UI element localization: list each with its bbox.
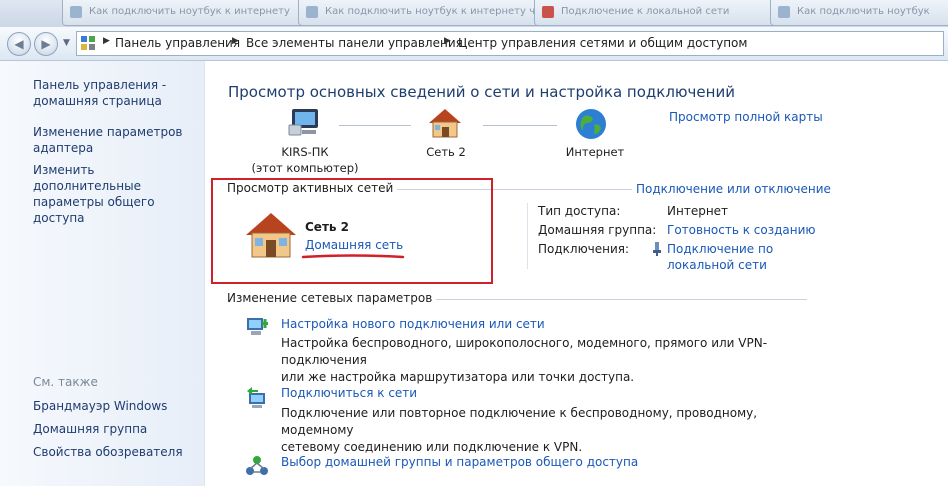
task-description-line: сетевому соединению или подключение к VP… bbox=[281, 440, 583, 454]
forward-button[interactable]: ▶ bbox=[34, 32, 58, 56]
sidebar-link-adapter-settings[interactable]: Изменение параметров адаптера bbox=[33, 124, 183, 156]
map-connector-line bbox=[339, 125, 411, 126]
sidebar-link-control-panel-home[interactable]: Панель управления - домашняя страница bbox=[33, 77, 183, 109]
breadcrumb-separator-icon[interactable]: ▶ bbox=[232, 36, 239, 46]
browser-tab-label: Как подключить ноутбук к интернету bbox=[89, 6, 290, 17]
home-group-icon bbox=[246, 456, 268, 475]
home-group-key: Домашняя группа: bbox=[538, 223, 657, 237]
local-connection-link-line1[interactable]: Подключение по bbox=[667, 242, 773, 256]
highlight-box-annotation bbox=[211, 178, 493, 284]
sidebar-link-home-group[interactable]: Домашняя группа bbox=[33, 421, 201, 437]
task-description-line: Подключение или повторное подключение к … bbox=[281, 406, 758, 437]
back-button[interactable]: ◀ bbox=[7, 32, 31, 56]
browser-tab-strip: Как подключить ноутбук к интернету Как п… bbox=[0, 0, 948, 27]
browser-tab[interactable]: Как подключить ноутбук к интернету через bbox=[298, 0, 554, 26]
main-content: Просмотр основных сведений о сети и наст… bbox=[205, 61, 948, 486]
full-map-link[interactable]: Просмотр полной карты bbox=[669, 110, 823, 124]
task-description: Подключение или повторное подключение к … bbox=[281, 405, 821, 456]
explorer-address-bar: ◀ ▶ ▼ ▶ Панель управления ▶ Все элементы… bbox=[0, 27, 948, 61]
computer-name-label: KIRS-ПК bbox=[281, 145, 329, 159]
internet-label: Интернет bbox=[565, 145, 625, 159]
page-title: Просмотр основных сведений о сети и наст… bbox=[228, 83, 735, 101]
sidebar-link-internet-options[interactable]: Свойства обозревателя bbox=[33, 444, 201, 460]
task-description: Настройка беспроводного, широкополосного… bbox=[281, 335, 821, 386]
globe-icon bbox=[576, 109, 606, 139]
breadcrumb-item[interactable]: Панель управления bbox=[115, 36, 240, 50]
arrow-right-icon: ▶ bbox=[41, 37, 51, 51]
computer-icon bbox=[288, 109, 318, 136]
home-group-sharing-link[interactable]: Выбор домашней группы и параметров общег… bbox=[281, 455, 638, 469]
home-group-status-link[interactable]: Готовность к созданию bbox=[667, 223, 816, 237]
map-connector-line bbox=[483, 125, 557, 126]
see-also-heading: См. также bbox=[33, 375, 98, 389]
address-breadcrumb-box[interactable]: ▶ Панель управления ▶ Все элементы панел… bbox=[76, 31, 944, 56]
arrow-left-icon: ◀ bbox=[14, 37, 24, 51]
setup-new-connection-link[interactable]: Настройка нового подключения или сети bbox=[281, 317, 545, 331]
computer-sub-label: (этот компьютер) bbox=[251, 161, 359, 175]
new-connection-icon bbox=[247, 318, 268, 335]
task-pane: Панель управления - домашняя страница Из… bbox=[0, 61, 205, 486]
control-panel-icon bbox=[81, 36, 95, 50]
browser-tab[interactable]: Подключение к локальной сети bbox=[534, 0, 790, 26]
sidebar-link-sharing-settings[interactable]: Изменить дополнительные параметры общего… bbox=[33, 162, 201, 226]
breadcrumb-separator-icon[interactable]: ▶ bbox=[103, 36, 110, 46]
browser-tab-label: Подключение к локальной сети bbox=[561, 6, 730, 17]
connect-to-network-link[interactable]: Подключиться к сети bbox=[281, 386, 417, 400]
page-favicon-icon bbox=[306, 6, 318, 18]
vertical-divider bbox=[527, 203, 528, 269]
local-connection-link-line2[interactable]: локальной сети bbox=[667, 258, 767, 272]
browser-tab-label: Как подключить ноутбук bbox=[797, 6, 930, 17]
browser-tab[interactable]: Как подключить ноутбук к интернету bbox=[62, 0, 318, 26]
breadcrumb-item[interactable]: Центр управления сетями и общим доступом bbox=[458, 36, 747, 50]
page-favicon-icon bbox=[778, 6, 790, 18]
connections-key: Подключения: bbox=[538, 242, 630, 256]
house-icon bbox=[429, 109, 461, 138]
change-settings-heading: Изменение сетевых параметров bbox=[227, 291, 437, 305]
network-adapter-icon bbox=[653, 242, 661, 256]
breadcrumb-separator-icon[interactable]: ▶ bbox=[444, 36, 451, 46]
task-description-line: или же настройка маршрутизатора или точк… bbox=[281, 370, 635, 384]
connect-to-network-icon bbox=[247, 387, 265, 408]
recent-pages-dropdown-icon[interactable]: ▼ bbox=[63, 38, 70, 48]
page-favicon-icon bbox=[542, 6, 554, 18]
browser-tab[interactable]: Как подключить ноутбук bbox=[770, 0, 948, 26]
connect-disconnect-link[interactable]: Подключение или отключение bbox=[632, 182, 831, 196]
network-name-label: Сеть 2 bbox=[426, 145, 466, 159]
access-type-value: Интернет bbox=[667, 204, 729, 218]
task-description-line: Настройка беспроводного, широкополосного… bbox=[281, 336, 768, 367]
browser-tab-label: Как подключить ноутбук к интернету через bbox=[325, 6, 554, 17]
page-favicon-icon bbox=[70, 6, 82, 18]
access-type-key: Тип доступа: bbox=[538, 204, 621, 218]
sidebar-link-firewall[interactable]: Брандмауэр Windows bbox=[33, 398, 201, 414]
breadcrumb-item[interactable]: Все элементы панели управления bbox=[246, 36, 463, 50]
